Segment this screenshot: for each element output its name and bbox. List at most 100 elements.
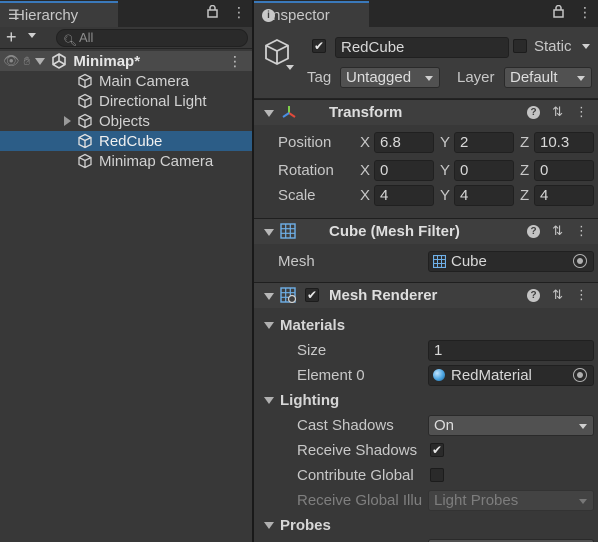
lock-icon[interactable] (207, 5, 218, 18)
object-active-checkbox[interactable]: ✔ (312, 39, 326, 53)
object-picker-icon[interactable] (573, 368, 587, 382)
tag-dropdown[interactable]: Untagged (340, 67, 440, 88)
preset-sliders-icon[interactable]: ⇅ (552, 104, 563, 120)
visibility-eye-icon[interactable]: 👁︎ (3, 53, 20, 69)
help-icon[interactable]: ? (527, 289, 541, 302)
mesh-renderer-icon (280, 287, 296, 303)
component-kebab-icon[interactable]: ⋮ (575, 104, 588, 120)
hierarchy-item-main-camera[interactable]: Main Camera (0, 71, 252, 91)
preset-sliders-icon[interactable]: ⇅ (552, 223, 563, 239)
position-label: Position (278, 134, 332, 151)
contribute-global-checkbox[interactable] (430, 468, 444, 482)
gameobject-cube-icon (78, 73, 92, 89)
cast-shadows-value: On (434, 417, 455, 434)
expand-arrow-icon[interactable] (64, 116, 71, 126)
object-picker-icon[interactable] (573, 254, 587, 268)
static-dropdown-arrow-icon[interactable] (582, 44, 590, 49)
probes-foldout[interactable]: Probes (264, 517, 331, 534)
receive-global-value: Light Probes (434, 492, 519, 509)
static-checkbox[interactable] (513, 39, 527, 53)
object-header: ✔ RedCube Static Tag Untagged Layer Defa… (254, 27, 598, 99)
scale-x-field[interactable]: 4 (374, 185, 434, 206)
mesh-filter-grid-icon (280, 223, 296, 239)
rotation-z-label: Z (520, 162, 530, 179)
hierarchy-panel: ☰ Hierarchy ⋮ + 🔍︎ All 👁︎ ✋︎ Minimap* ⋮ … (0, 0, 252, 542)
scene-row[interactable]: 👁︎ ✋︎ Minimap* ⋮ (0, 51, 252, 71)
chevron-down-icon (579, 499, 587, 504)
gameobject-cube-icon (78, 93, 92, 109)
materials-foldout[interactable]: Materials (264, 317, 345, 334)
mesh-renderer-component-header[interactable]: ✔ Mesh Renderer ? ⇅ ⋮ (254, 282, 598, 308)
position-x-field[interactable]: 6.8 (374, 132, 434, 153)
scale-z-field[interactable]: 4 (534, 185, 594, 206)
hierarchy-item-label: Objects (99, 112, 150, 130)
cast-shadows-dropdown[interactable]: On (428, 415, 594, 436)
create-dropdown-arrow-icon[interactable] (28, 33, 36, 38)
hierarchy-item-minimap-camera[interactable]: Minimap Camera (0, 151, 252, 171)
position-z-label: Z (520, 134, 530, 151)
hierarchy-item-directional-light[interactable]: Directional Light (0, 91, 252, 111)
layer-dropdown[interactable]: Default (504, 67, 592, 88)
rotation-z-field[interactable]: 0 (534, 160, 594, 181)
chevron-down-icon (579, 424, 587, 429)
icon-dropdown-arrow-icon[interactable] (286, 65, 294, 70)
position-z-field[interactable]: 10.3 (534, 132, 594, 153)
pickable-hand-icon[interactable]: ✋︎ (24, 54, 31, 69)
receive-shadows-checkbox[interactable]: ✔ (430, 443, 444, 457)
gameobject-cube-icon (78, 153, 92, 169)
rotation-label: Rotation (278, 162, 334, 179)
layer-label: Layer (457, 69, 495, 86)
foldout-arrow-icon (264, 397, 274, 404)
mesh-label: Mesh (278, 253, 315, 270)
preset-sliders-icon[interactable]: ⇅ (552, 287, 563, 303)
object-name-field[interactable]: RedCube (335, 37, 509, 58)
tab-inspector[interactable]: i Inspector (254, 1, 369, 27)
inspector-tabbar: i Inspector ⋮ (254, 0, 598, 27)
mesh-renderer-enabled-checkbox[interactable]: ✔ (305, 288, 319, 302)
mesh-object-field[interactable]: Cube (428, 251, 594, 272)
fold-arrow-icon[interactable] (264, 229, 274, 236)
tag-label: Tag (307, 69, 332, 86)
help-icon[interactable]: ? (527, 106, 541, 119)
create-plus-button[interactable]: + (6, 28, 17, 46)
hierarchy-menu-kebab-icon[interactable]: ⋮ (232, 4, 246, 21)
tab-hierarchy[interactable]: ☰ Hierarchy (0, 1, 118, 27)
material-object-field[interactable]: RedMaterial (428, 365, 594, 386)
search-icon: 🔍︎ (63, 35, 77, 47)
help-icon[interactable]: ? (527, 225, 541, 238)
material-sphere-icon (433, 369, 445, 381)
gameobject-cube-icon (78, 133, 92, 149)
mesh-filter-component-header[interactable]: Cube (Mesh Filter) ? ⇅ ⋮ (254, 218, 598, 244)
chevron-down-icon (577, 76, 585, 81)
position-y-field[interactable]: 2 (454, 132, 514, 153)
scale-y-field[interactable]: 4 (454, 185, 514, 206)
rotation-x-field[interactable]: 0 (374, 160, 434, 181)
hierarchy-item-label: Directional Light (99, 92, 207, 110)
transform-component-header[interactable]: Transform ? ⇅ ⋮ (254, 99, 598, 125)
foldout-arrow-icon (264, 522, 274, 529)
mesh-filter-title: Cube (Mesh Filter) (329, 223, 460, 240)
rotation-y-label: Y (440, 162, 451, 179)
hierarchy-search-input[interactable]: 🔍︎ All (56, 29, 248, 47)
lighting-foldout[interactable]: Lighting (264, 392, 339, 409)
rotation-y-field[interactable]: 0 (454, 160, 514, 181)
gameobject-large-cube-icon[interactable] (262, 37, 292, 67)
mesh-value: Cube (451, 253, 487, 270)
component-kebab-icon[interactable]: ⋮ (575, 223, 588, 239)
component-kebab-icon[interactable]: ⋮ (575, 287, 588, 303)
hierarchy-tab-label: Hierarchy (14, 6, 79, 24)
inspector-tab-label: Inspector (268, 6, 330, 24)
fold-arrow-icon[interactable] (264, 110, 274, 117)
inspector-menu-kebab-icon[interactable]: ⋮ (578, 4, 592, 21)
lighting-label: Lighting (280, 392, 340, 409)
scene-kebab-icon[interactable]: ⋮ (228, 53, 242, 70)
mesh-renderer-title: Mesh Renderer (329, 287, 438, 304)
fold-arrow-icon[interactable] (264, 293, 274, 300)
lock-icon[interactable] (553, 5, 564, 18)
size-field[interactable]: 1 (428, 340, 594, 361)
scene-expand-arrow-icon[interactable] (35, 57, 46, 65)
hierarchy-item-redcube[interactable]: RedCube (0, 131, 252, 151)
element0-value: RedMaterial (451, 367, 532, 384)
mesh-grid-icon (433, 255, 446, 268)
hierarchy-item-objects[interactable]: Objects (0, 111, 252, 131)
